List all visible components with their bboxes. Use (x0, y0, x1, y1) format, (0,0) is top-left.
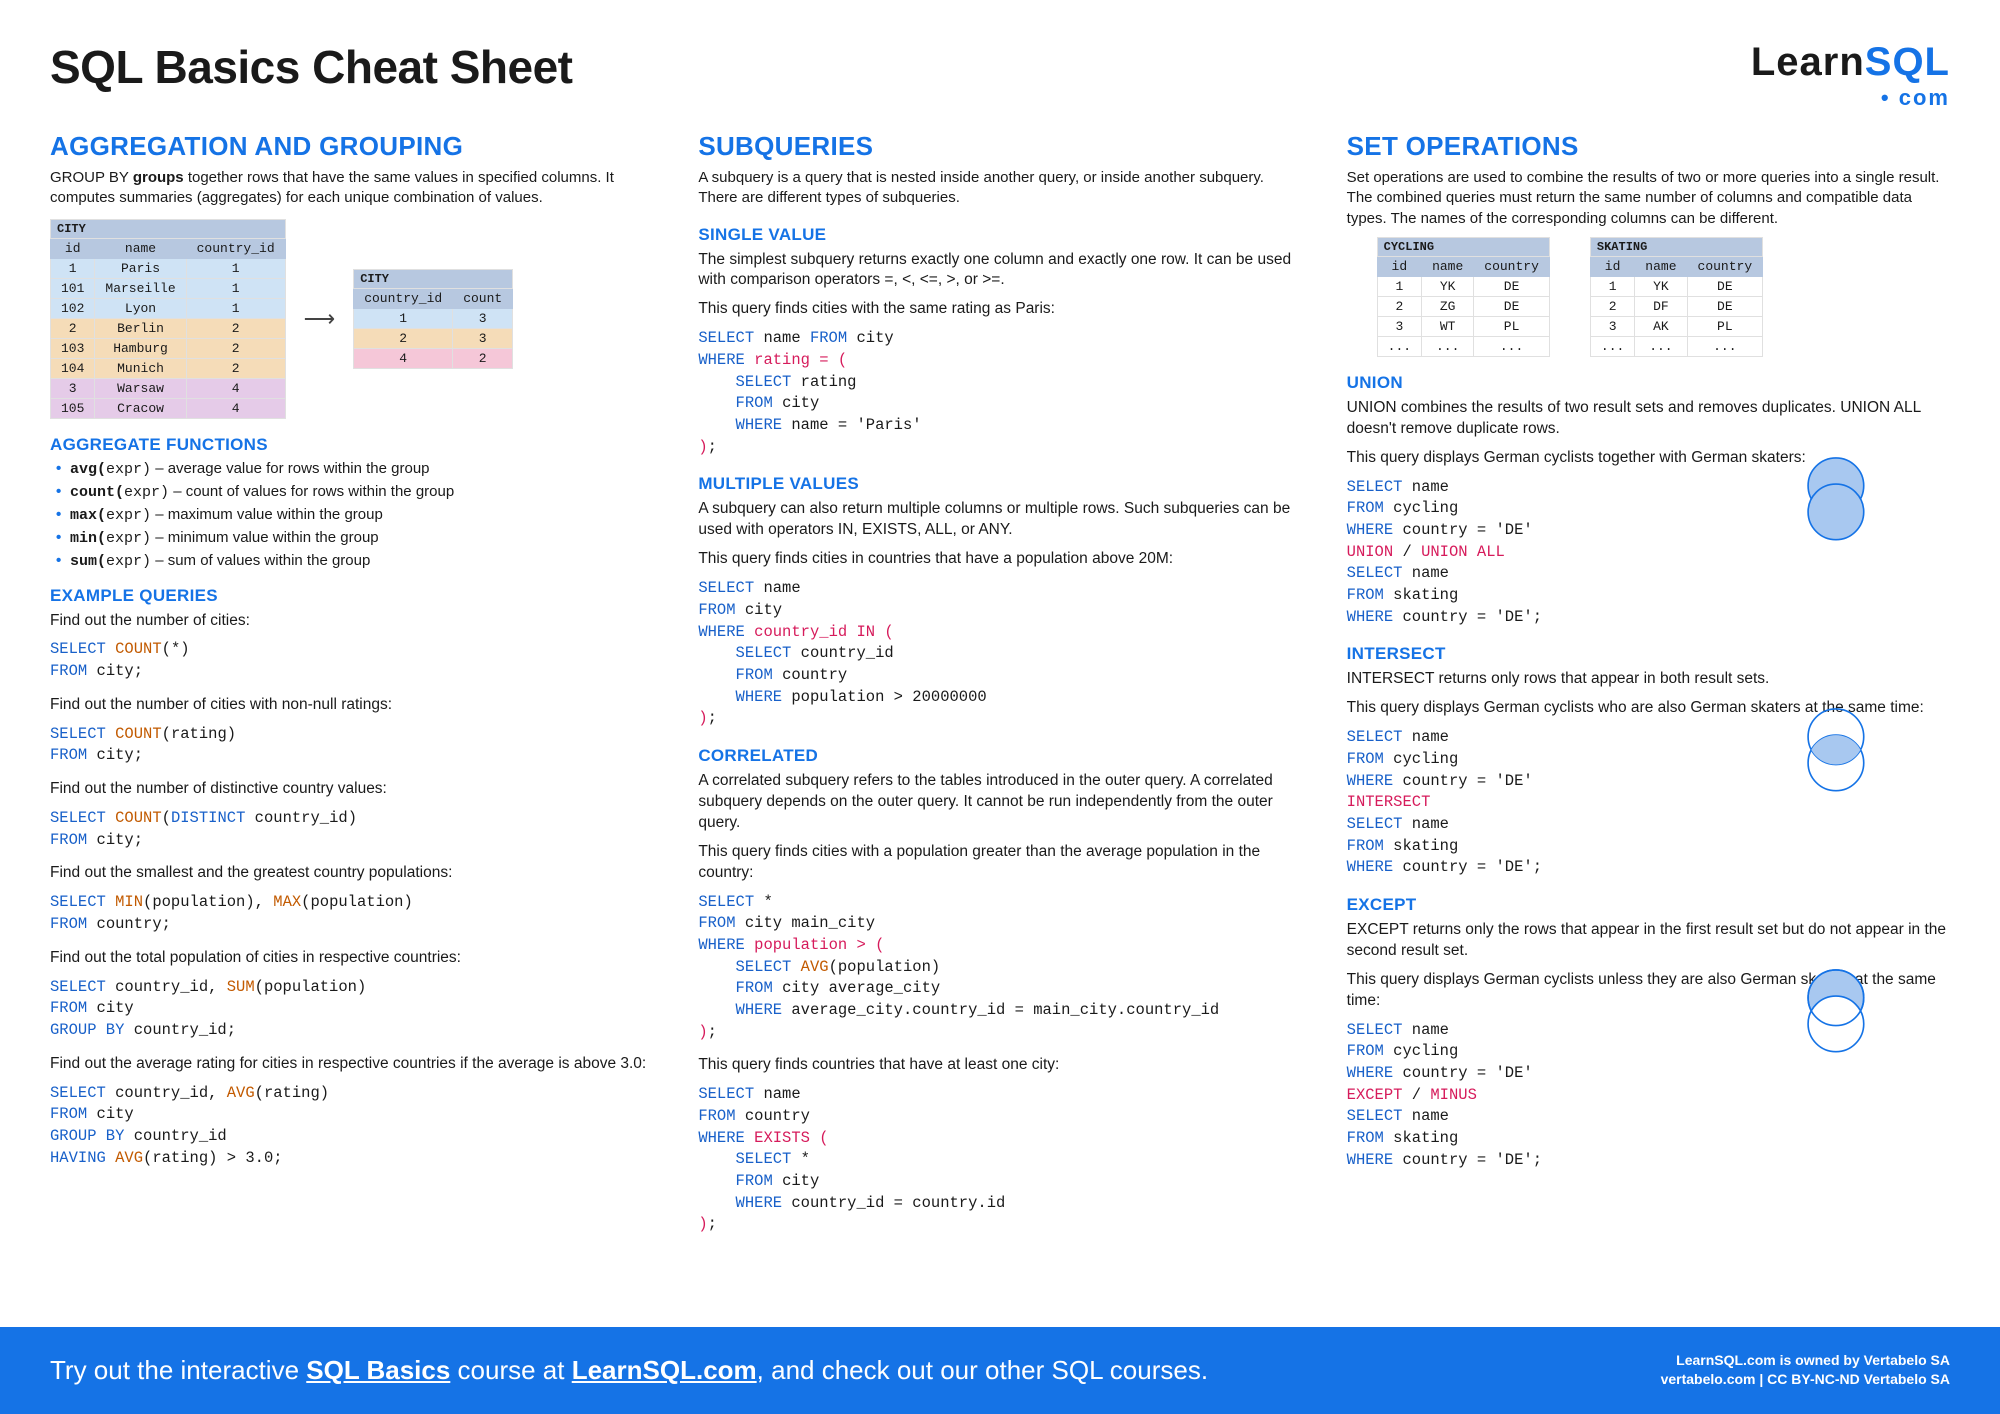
city-table-grouped: CITY country_idcount 13 23 42 (353, 269, 513, 369)
set-operations-intro: Set operations are used to combine the r… (1347, 168, 1950, 229)
correlated-code-1: SELECT * FROM city main_city WHERE popul… (698, 892, 1301, 1044)
venn-union-icon (1780, 453, 1900, 543)
arrow-icon: ⟶ (304, 306, 336, 332)
venn-except-icon (1780, 965, 1900, 1055)
except-heading: EXCEPT (1347, 895, 1950, 915)
venn-intersect-icon (1780, 704, 1900, 794)
q6-code: SELECT country_id, AVG(rating) FROM city… (50, 1083, 653, 1170)
q2-label: Find out the number of cities with non-n… (50, 695, 653, 716)
city-table-source: CITY idnamecountry_id 1Paris1 101Marseil… (50, 219, 286, 419)
example-queries-heading: EXAMPLE QUERIES (50, 586, 653, 606)
intersect-heading: INTERSECT (1347, 644, 1950, 664)
union-heading: UNION (1347, 373, 1950, 393)
single-value-p2: This query finds cities with the same ra… (698, 299, 1301, 320)
subqueries-intro: A subquery is a query that is nested ins… (698, 168, 1301, 209)
multiple-values-p1: A subquery can also return multiple colu… (698, 499, 1301, 541)
column-set-operations: SET OPERATIONS Set operations are used t… (1347, 131, 1950, 1248)
union-p1: UNION combines the results of two result… (1347, 398, 1950, 440)
multiple-values-code: SELECT name FROM city WHERE country_id I… (698, 578, 1301, 730)
except-p1: EXCEPT returns only the rows that appear… (1347, 920, 1950, 962)
footer-left: Try out the interactive SQL Basics cours… (50, 1355, 1208, 1386)
subqueries-heading: SUBQUERIES (698, 131, 1301, 162)
q2-code: SELECT COUNT(rating) FROM city; (50, 724, 653, 767)
set-tables: CYCLING idnamecountry 1YKDE 2ZGDE 3WTPL … (1377, 237, 1950, 357)
column-aggregation: AGGREGATION AND GROUPING GROUP BY groups… (50, 131, 653, 1248)
skating-table: SKATING idnamecountry 1YKDE 2DFDE 3AKPL … (1590, 237, 1763, 357)
intersect-p1: INTERSECT returns only rows that appear … (1347, 669, 1950, 690)
single-value-code: SELECT name FROM city WHERE rating = ( S… (698, 328, 1301, 458)
cycling-table: CYCLING idnamecountry 1YKDE 2ZGDE 3WTPL … (1377, 237, 1550, 357)
aggregate-functions-heading: AGGREGATE FUNCTIONS (50, 435, 653, 455)
q6-label: Find out the average rating for cities i… (50, 1054, 653, 1075)
aggregation-intro: GROUP BY groups together rows that have … (50, 168, 653, 209)
set-operations-heading: SET OPERATIONS (1347, 131, 1950, 162)
q4-code: SELECT MIN(population), MAX(population) … (50, 892, 653, 935)
q3-code: SELECT COUNT(DISTINCT country_id) FROM c… (50, 808, 653, 851)
correlated-p3: This query finds countries that have at … (698, 1055, 1301, 1076)
q5-code: SELECT country_id, SUM(population) FROM … (50, 977, 653, 1042)
page-title: SQL Basics Cheat Sheet (50, 40, 572, 94)
city-tables: CITY idnamecountry_id 1Paris1 101Marseil… (50, 219, 653, 419)
correlated-p2: This query finds cities with a populatio… (698, 842, 1301, 884)
multiple-values-p2: This query finds cities in countries tha… (698, 549, 1301, 570)
page-footer: Try out the interactive SQL Basics cours… (0, 1327, 2000, 1414)
aggregation-heading: AGGREGATION AND GROUPING (50, 131, 653, 162)
brand-logo: LearnSQL • com (1751, 40, 1950, 111)
correlated-p1: A correlated subquery refers to the tabl… (698, 771, 1301, 834)
q1-label: Find out the number of cities: (50, 611, 653, 632)
column-subqueries: SUBQUERIES A subquery is a query that is… (698, 131, 1301, 1248)
aggregate-functions-list: avg(expr) – average value for rows withi… (50, 460, 653, 570)
correlated-code-2: SELECT name FROM country WHERE EXISTS ( … (698, 1084, 1301, 1236)
q1-code: SELECT COUNT(*) FROM city; (50, 639, 653, 682)
q5-label: Find out the total population of cities … (50, 948, 653, 969)
single-value-p1: The simplest subquery returns exactly on… (698, 250, 1301, 292)
footer-right: LearnSQL.com is owned by Vertabelo SA ve… (1661, 1351, 1950, 1390)
correlated-heading: CORRELATED (698, 746, 1301, 766)
q4-label: Find out the smallest and the greatest c… (50, 863, 653, 884)
single-value-heading: SINGLE VALUE (698, 225, 1301, 245)
multiple-values-heading: MULTIPLE VALUES (698, 474, 1301, 494)
q3-label: Find out the number of distinctive count… (50, 779, 653, 800)
